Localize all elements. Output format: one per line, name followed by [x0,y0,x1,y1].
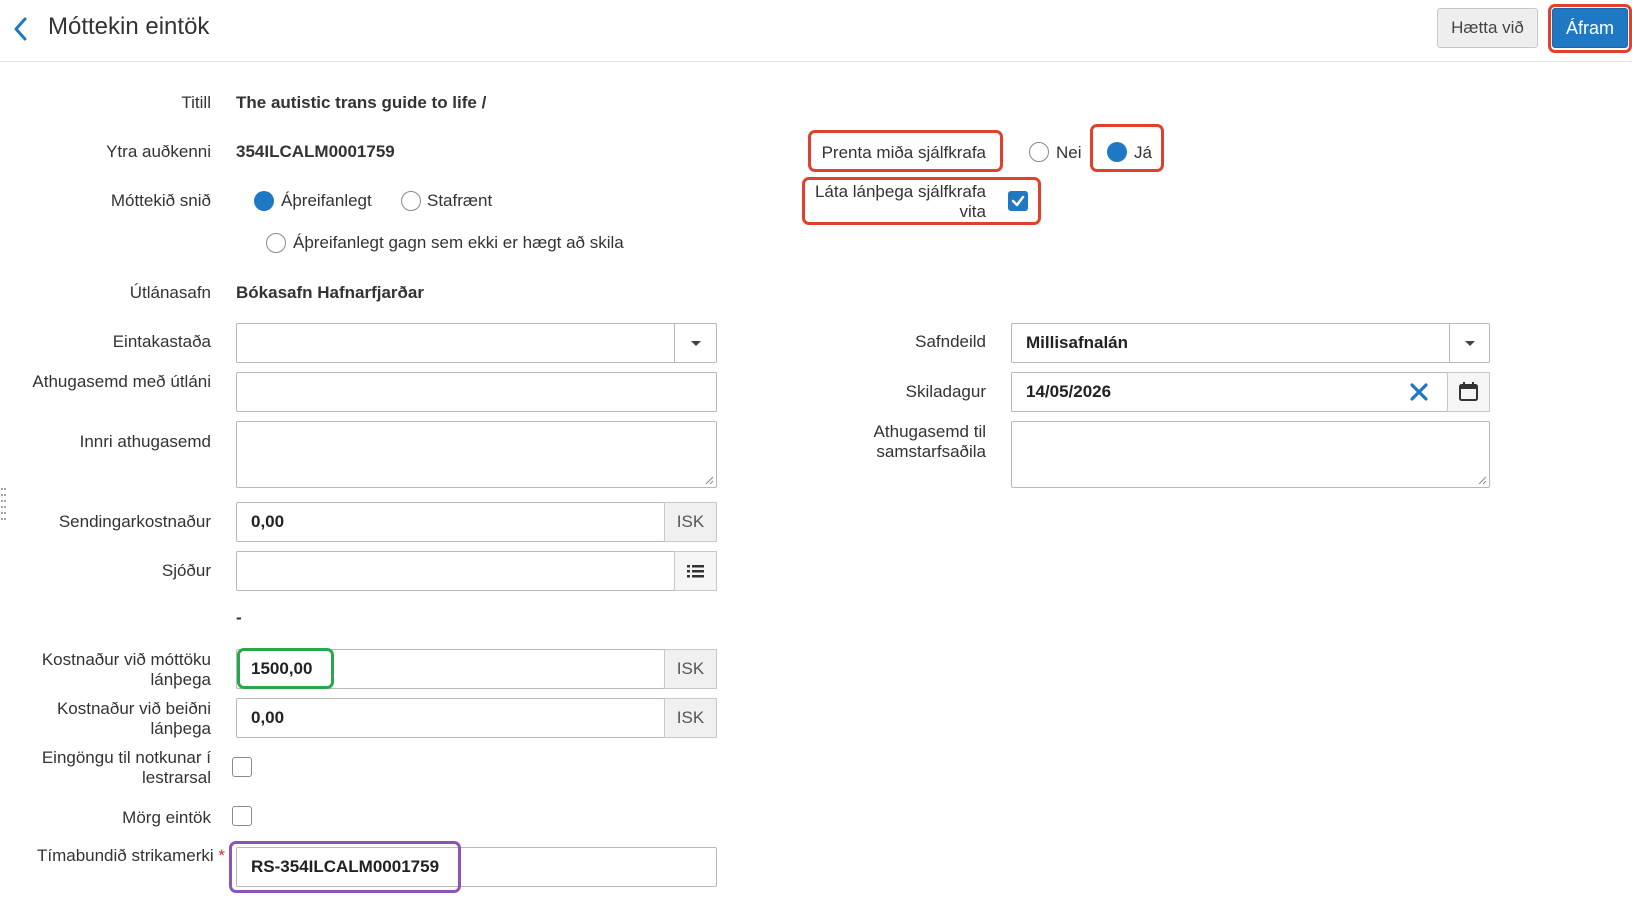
request-fee-label: Kostnaður við beiðni lánþega [56,699,211,738]
due-date-input[interactable]: 14/05/2026 [1011,372,1448,412]
loan-note-label: Athugasemd með útláni [20,372,211,392]
department-dropdown[interactable] [1449,324,1489,362]
list-icon [687,565,704,578]
notify-label: Láta lánþega sjálfkrafa vita [814,182,986,221]
fund-input[interactable] [236,551,675,591]
loan-note-input[interactable] [236,372,717,412]
item-status-label: Eintakastaða [112,332,211,351]
request-fee-input[interactable]: 0,00 [236,698,665,738]
print-yes-highlight [1090,124,1164,172]
due-date-label: Skiladagur [905,382,986,401]
shipping-cost-currency: ISK [664,502,717,542]
print-label: Prenta miða sjálfkrafa [821,143,986,162]
receive-fee-label: Kostnaður við móttöku lánþega [41,650,211,689]
internal-note-textarea[interactable] [236,421,717,488]
calendar-button[interactable] [1447,372,1490,412]
item-status-dropdown[interactable] [674,324,716,362]
temp-barcode-label-text: Tímabundið strikamerki [36,846,214,865]
department-label: Safndeild [915,332,986,351]
reading-room-checkbox[interactable] [232,757,252,777]
checkmark-icon [1011,195,1025,207]
fund-label: Sjóður [161,561,211,580]
shipping-cost-label: Sendingarkostnaður [58,512,211,531]
multi-volume-checkbox[interactable] [232,806,252,826]
cancel-button[interactable]: Hætta við [1437,8,1538,48]
title-value: The autistic trans guide to life / [236,93,487,112]
print-radio-yes[interactable] [1107,142,1127,162]
partner-note-textarea[interactable] [1011,421,1490,488]
loan-note-label-text: Athugasemd með útláni [32,372,211,391]
format-option-tangible: Áþreifanlegt [281,191,372,210]
notify-checkbox[interactable] [1008,191,1028,211]
chevron-down-icon [1465,341,1475,346]
external-id-value: 354ILCALM0001759 [236,142,395,161]
department-select[interactable]: Millisafnalán [1011,323,1490,363]
calendar-icon [1459,382,1478,401]
request-fee-currency: ISK [664,698,717,738]
format-radio-digital[interactable] [401,191,421,211]
temp-barcode-label: Tímabundið strikamerki * [20,846,225,866]
format-label: Móttekið snið [110,191,211,210]
print-radio-no[interactable] [1029,142,1049,162]
shipping-cost-input[interactable]: 0,00 [236,502,665,542]
partner-note-label: Athugasemd til samstarfsaðila [873,422,986,461]
required-asterisk: * [218,846,225,865]
print-option-no: Nei [1056,143,1082,162]
format-option-non-returnable: Áþreifanlegt gagn sem ekki er hægt að sk… [293,233,624,252]
back-arrow-icon[interactable] [8,14,34,44]
reading-room-label: Eingöngu til notkunar í lestrarsal [41,748,211,787]
lending-library-value: Bókasafn Hafnarfjarðar [236,283,425,302]
format-option-digital: Stafrænt [427,191,493,210]
external-id-label: Ytra auðkenni [106,142,211,161]
page-title: Móttekin eintök [48,13,210,40]
temp-barcode-input[interactable]: RS-354ILCALM0001759 [236,847,717,887]
page-header: Móttekin eintök Hætta við Áfram [0,0,1632,62]
item-status-select[interactable] [236,323,717,363]
clear-date-icon[interactable] [1408,381,1430,403]
receive-fee-currency: ISK [664,649,717,689]
side-panel-grip-icon[interactable] [0,486,8,522]
title-label: Titill [181,93,211,112]
fund-list-button[interactable] [674,551,717,591]
internal-note-label: Innri athugasemd [79,432,211,451]
resize-grip-icon[interactable] [705,476,714,485]
fund-dash: - [236,608,242,627]
format-radio-non-returnable[interactable] [266,233,286,253]
multi-volume-label: Mörg eintök [122,808,211,827]
chevron-down-icon [691,341,701,346]
lending-library-label: Útlánasafn [129,283,211,302]
format-radio-tangible[interactable] [254,191,274,211]
receive-fee-input[interactable]: 1500,00 [236,649,665,689]
next-button[interactable]: Áfram [1552,8,1628,48]
resize-grip-icon[interactable] [1478,476,1487,485]
print-option-yes: Já [1134,143,1152,162]
